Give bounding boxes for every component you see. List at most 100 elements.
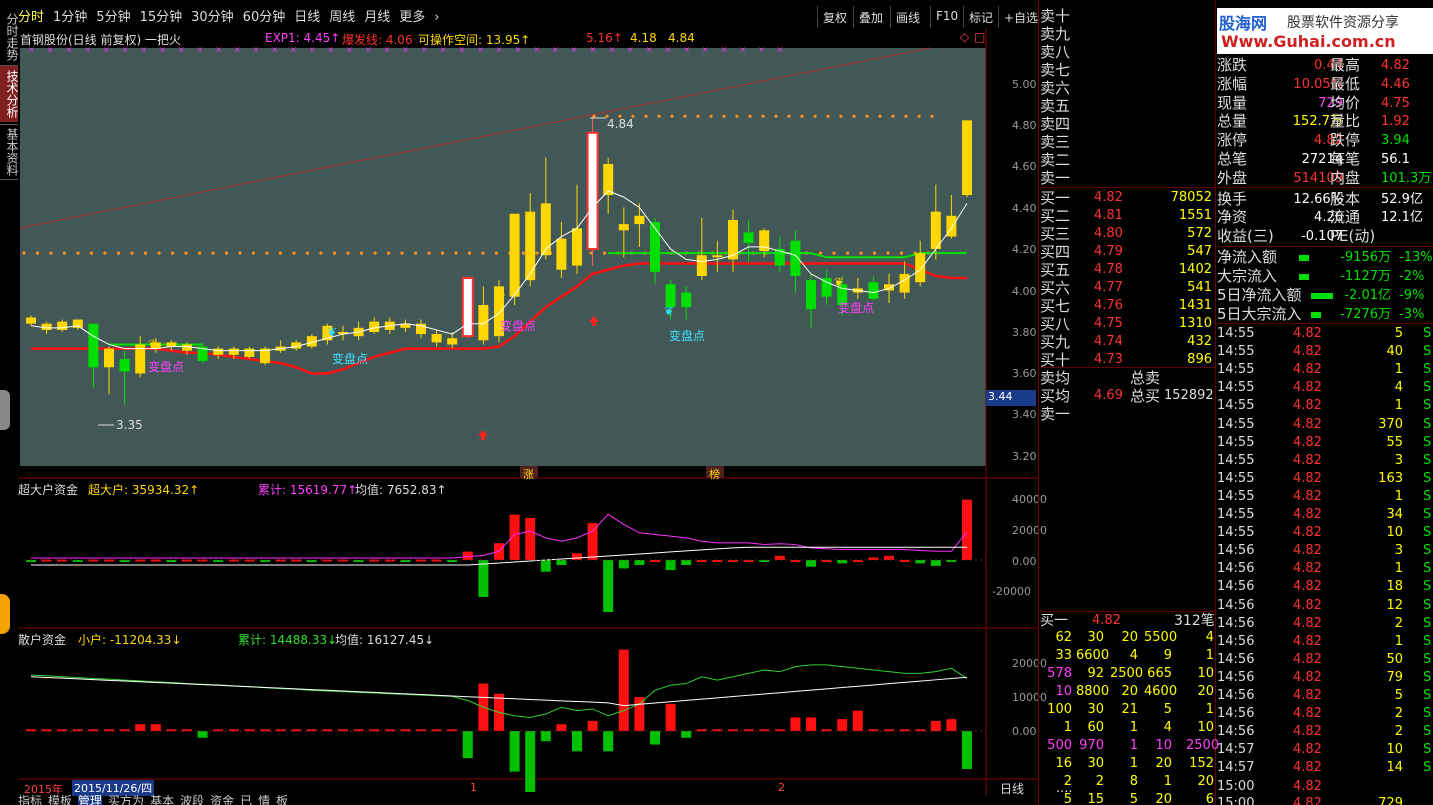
fund-bar [634, 560, 645, 566]
level-dot [130, 251, 134, 255]
tab-sentiment[interactable]: 情 [258, 795, 270, 805]
tick-row: 14:55 4.82 4 S [1217, 380, 1432, 396]
level-dot [891, 114, 895, 118]
signal-marker: × [28, 45, 35, 54]
tab-wave[interactable]: 波段 [180, 795, 204, 805]
candle-body [478, 305, 489, 341]
tab-misc[interactable]: 已 [240, 795, 252, 805]
buy-level-row: 买七 4.76 1431 [1040, 297, 1212, 315]
price-tick: 4.40 [1012, 202, 1037, 215]
candle-body [806, 280, 816, 310]
level-dot [722, 114, 726, 118]
tick-row: 14:55 4.82 1 S [1217, 362, 1432, 378]
turn-point-label: 变盘点 [332, 352, 369, 366]
sell-level-row: 卖九 [1040, 25, 1071, 43]
candle-body [634, 215, 645, 225]
sell-level-row: 卖三 [1040, 133, 1071, 151]
level-dot [143, 251, 148, 255]
candle-body [696, 255, 707, 276]
queue-row: 10 8800 20 4600 20 [1055, 684, 1214, 699]
candle-body [681, 292, 692, 308]
queue-row: 62 30 20 5500 4 [1055, 630, 1214, 645]
retail-bar [806, 717, 816, 731]
signal-marker: × [47, 45, 54, 54]
signal-marker: × [271, 45, 278, 54]
tick-row: 14:55 4.82 1 S [1217, 398, 1432, 414]
level-dot [400, 251, 404, 255]
candle-body [743, 232, 754, 243]
candle-body [166, 342, 177, 347]
tab-buyer[interactable]: 买方为 [108, 795, 144, 805]
queue-more[interactable]: .... [1040, 780, 1215, 798]
tick-row: 14:56 4.82 2 S [1217, 724, 1432, 740]
tab-fund[interactable]: 资金 [210, 795, 234, 805]
signal-marker: × [328, 45, 335, 54]
signal-marker: × [234, 45, 241, 54]
tab-indicator[interactable]: 指标 [18, 795, 42, 805]
fund-bar [915, 560, 926, 564]
fund-bar [665, 560, 676, 571]
turn-point-label: 变盘点 [669, 329, 706, 343]
retail-bar [197, 731, 208, 738]
level-dot [696, 114, 700, 118]
level-dot [904, 114, 908, 118]
candle-body [962, 120, 972, 196]
retail-bar [587, 720, 598, 731]
level-dot [278, 251, 283, 255]
tick-row: 14:56 4.82 1 S [1217, 633, 1432, 649]
quote-row: 涨跌 0.44 最高 4.82 [1217, 56, 1410, 74]
tick-row: 14:56 4.82 50 S [1217, 651, 1432, 667]
fund-bar [837, 560, 848, 564]
tab-template[interactable]: 模板 [48, 795, 72, 805]
level-dot [886, 251, 890, 255]
level-dot [917, 114, 921, 118]
buy-level-row: 买四 4.79 547 [1040, 243, 1212, 261]
butterfly-icon: ❦ [148, 337, 158, 351]
tab-sector[interactable]: 板 [276, 795, 288, 805]
level-dot [657, 114, 661, 118]
avg-buy-row: 买均 4.69 总买 152892 [1040, 387, 1214, 405]
current-price-tag: 3.44 [986, 390, 1036, 406]
signal-marker: × [702, 45, 709, 54]
level-dot [818, 251, 823, 255]
candle-body [57, 321, 68, 330]
signal-marker: × [533, 45, 540, 54]
price-tick: 4.60 [1012, 160, 1037, 173]
retail-bar [618, 649, 629, 731]
level-dot [211, 251, 215, 255]
retail-fund-avg: 均值: 16127.45↓ [335, 633, 435, 647]
retail-fund-title: 散户资金 [18, 633, 67, 647]
queue-row: 16 30 1 20 152 [1055, 756, 1214, 771]
candle-body [369, 321, 380, 332]
queue-row: 100 30 21 5 1 [1047, 702, 1214, 717]
tick-row: 14:56 4.82 12 S [1217, 597, 1432, 613]
tab-manage[interactable]: 管理 [78, 795, 103, 805]
level-dot [644, 114, 648, 118]
tick-row: 14:56 4.82 5 S [1217, 688, 1432, 703]
price-tick: 4.80 [1012, 119, 1037, 132]
retail-bar [572, 731, 582, 752]
candle-body [868, 282, 879, 299]
signal-marker: × [365, 45, 372, 54]
flow-bar [1311, 293, 1333, 299]
level-dot [878, 114, 882, 118]
level-dot [386, 251, 391, 255]
price-tick: 3.60 [1012, 367, 1037, 380]
level-dot [774, 114, 778, 118]
big-fund-cum-line [31, 513, 968, 559]
candle-body [930, 211, 941, 249]
tab-basic[interactable]: 基本 [150, 795, 174, 805]
sell-level-row: 卖十 [1040, 7, 1071, 25]
signal-marker: × [140, 45, 147, 54]
level-dot [800, 114, 804, 118]
fund-bar [603, 560, 614, 613]
level-dot [251, 251, 256, 255]
signal-marker: × [346, 45, 353, 54]
signal-marker: × [515, 45, 522, 54]
fund1-tick: 40000 [1012, 493, 1047, 506]
fund-bar [509, 514, 520, 560]
candle-body [213, 348, 224, 355]
level-dot [332, 251, 337, 255]
avg-sell-row: 卖均 总卖 [1040, 369, 1161, 387]
price-tick: 3.80 [1012, 326, 1037, 339]
